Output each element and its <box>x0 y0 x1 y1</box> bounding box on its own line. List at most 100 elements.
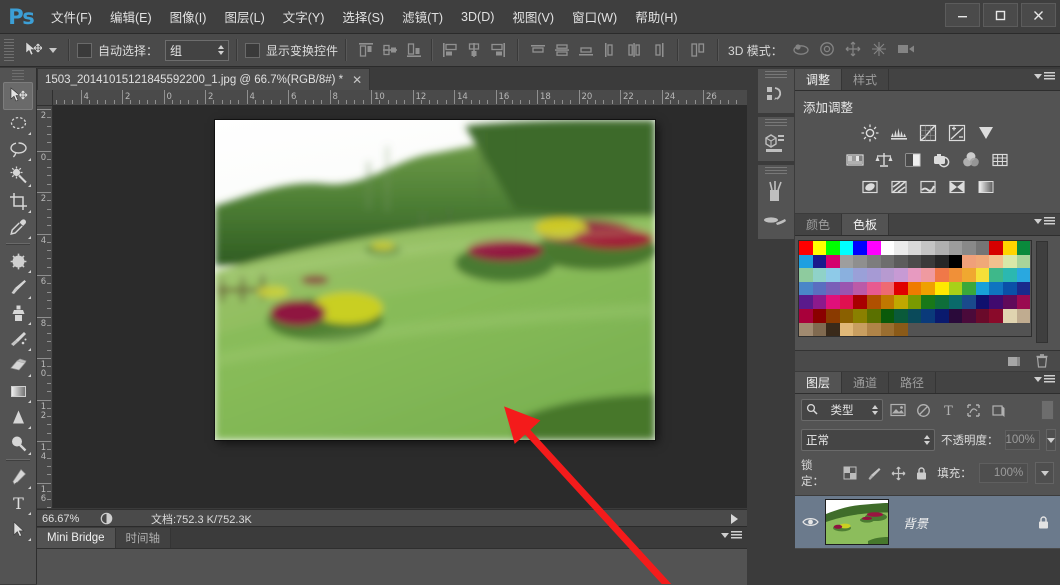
color-swatch[interactable] <box>962 241 976 255</box>
color-swatch[interactable] <box>799 255 813 269</box>
layer-thumbnail[interactable] <box>825 499 889 545</box>
color-swatch[interactable] <box>840 268 854 282</box>
color-swatch[interactable] <box>881 255 895 269</box>
trash-icon[interactable] <box>1034 353 1050 369</box>
color-swatch[interactable] <box>894 241 908 255</box>
color-swatch[interactable] <box>921 268 935 282</box>
color-swatch[interactable] <box>799 295 813 309</box>
color-swatch[interactable] <box>1003 282 1017 296</box>
zoom-level[interactable]: 66.67% <box>37 513 98 525</box>
clone-stamp-tool[interactable] <box>4 300 32 326</box>
roll-3d-object-icon[interactable] <box>817 40 839 60</box>
fill-value[interactable]: 100% <box>979 463 1028 483</box>
color-swatch[interactable] <box>813 282 827 296</box>
color-swatch[interactable] <box>826 295 840 309</box>
color-swatch[interactable] <box>1017 309 1031 323</box>
color-swatch[interactable] <box>813 241 827 255</box>
color-swatch[interactable] <box>1003 309 1017 323</box>
canvas-image[interactable] <box>215 120 655 440</box>
color-swatch[interactable] <box>894 309 908 323</box>
path-selection-tool[interactable] <box>4 516 32 542</box>
color-swatch[interactable] <box>894 282 908 296</box>
align-left-edges-icon[interactable] <box>440 40 460 60</box>
color-swatch[interactable] <box>908 255 922 269</box>
distribute-left-edges-icon[interactable] <box>600 40 620 60</box>
color-swatch[interactable] <box>853 268 867 282</box>
color-swatch[interactable] <box>840 323 854 337</box>
color-swatch[interactable] <box>976 268 990 282</box>
color-swatch[interactable] <box>840 255 854 269</box>
pen-tool[interactable] <box>4 464 32 490</box>
align-vertical-centers-icon[interactable] <box>380 40 400 60</box>
menu-item-8[interactable]: 3D(D) <box>452 6 503 28</box>
hue-saturation-icon[interactable] <box>844 149 866 170</box>
color-swatch[interactable] <box>989 282 1003 296</box>
color-swatch[interactable] <box>867 295 881 309</box>
ruler-origin-corner[interactable] <box>37 90 53 106</box>
document-tab[interactable]: 1503_20141015121845592200_1.jpg @ 66.7%(… <box>37 68 370 90</box>
color-swatch[interactable] <box>976 282 990 296</box>
color-swatch[interactable] <box>949 282 963 296</box>
color-swatch[interactable] <box>976 255 990 269</box>
color-swatch[interactable] <box>1017 241 1031 255</box>
color-swatch[interactable] <box>867 323 881 337</box>
color-swatch[interactable] <box>840 295 854 309</box>
color-swatch[interactable] <box>799 282 813 296</box>
move-tool[interactable] <box>3 82 33 110</box>
color-swatch[interactable] <box>935 241 949 255</box>
options-bar-grip[interactable] <box>4 39 14 61</box>
selective-color-icon[interactable] <box>946 176 968 197</box>
current-tool-picker[interactable] <box>18 39 61 61</box>
color-swatch[interactable] <box>1017 268 1031 282</box>
color-swatch[interactable] <box>976 241 990 255</box>
color-swatch[interactable] <box>1003 241 1017 255</box>
curves-icon[interactable] <box>917 122 939 143</box>
color-swatch[interactable] <box>840 309 854 323</box>
color-swatch[interactable] <box>962 268 976 282</box>
color-swatch[interactable] <box>813 255 827 269</box>
menu-item-4[interactable]: 图层(L) <box>215 3 273 30</box>
tool-presets-icon[interactable] <box>758 206 792 236</box>
color-swatch[interactable] <box>921 255 935 269</box>
color-swatch[interactable] <box>949 241 963 255</box>
marquee-tool[interactable] <box>4 110 32 136</box>
eraser-tool[interactable] <box>4 352 32 378</box>
auto-select-dropdown[interactable]: 组 <box>165 40 229 61</box>
color-swatch[interactable] <box>867 268 881 282</box>
exposure-icon[interactable] <box>946 122 968 143</box>
history-actions-dock-group[interactable] <box>757 68 795 114</box>
panel-menu-icon[interactable] <box>1034 375 1055 384</box>
color-swatch[interactable] <box>1017 295 1031 309</box>
color-swatch[interactable] <box>949 268 963 282</box>
color-swatch[interactable] <box>867 282 881 296</box>
color-swatch[interactable] <box>881 241 895 255</box>
color-swatch[interactable] <box>799 241 813 255</box>
color-swatch[interactable] <box>949 255 963 269</box>
brightness-contrast-icon[interactable] <box>859 122 881 143</box>
color-swatch[interactable] <box>989 255 1003 269</box>
color-swatch[interactable] <box>976 295 990 309</box>
color-swatch[interactable] <box>962 255 976 269</box>
auto-select-checkbox[interactable] <box>77 43 92 58</box>
align-horizontal-centers-icon[interactable] <box>464 40 484 60</box>
color-swatch[interactable] <box>949 309 963 323</box>
horizontal-ruler[interactable]: 64202468101214161820222426 <box>37 90 747 106</box>
scale-3d-object-icon[interactable] <box>895 40 917 60</box>
color-swatch[interactable] <box>840 282 854 296</box>
color-swatch[interactable] <box>935 255 949 269</box>
brush-tool[interactable] <box>4 274 32 300</box>
shape-layer-filter-icon[interactable] <box>963 401 983 419</box>
color-swatch[interactable] <box>853 295 867 309</box>
vibrance-icon[interactable] <box>975 122 997 143</box>
close-button[interactable] <box>1021 3 1056 27</box>
distribute-bottom-edges-icon[interactable] <box>576 40 596 60</box>
tool-preset-chevron-down-icon[interactable] <box>49 48 57 53</box>
panel-menu-icon[interactable] <box>1034 217 1055 226</box>
adjustment-layer-filter-icon[interactable] <box>913 401 933 419</box>
color-swatch[interactable] <box>962 282 976 296</box>
tab-swatches-1[interactable]: 颜色 <box>795 214 842 235</box>
color-swatch[interactable] <box>989 241 1003 255</box>
tab-layers-3[interactable]: 路径 <box>889 372 936 393</box>
menu-item-5[interactable]: 文字(Y) <box>274 3 334 30</box>
document-proof-icon[interactable] <box>98 511 115 526</box>
